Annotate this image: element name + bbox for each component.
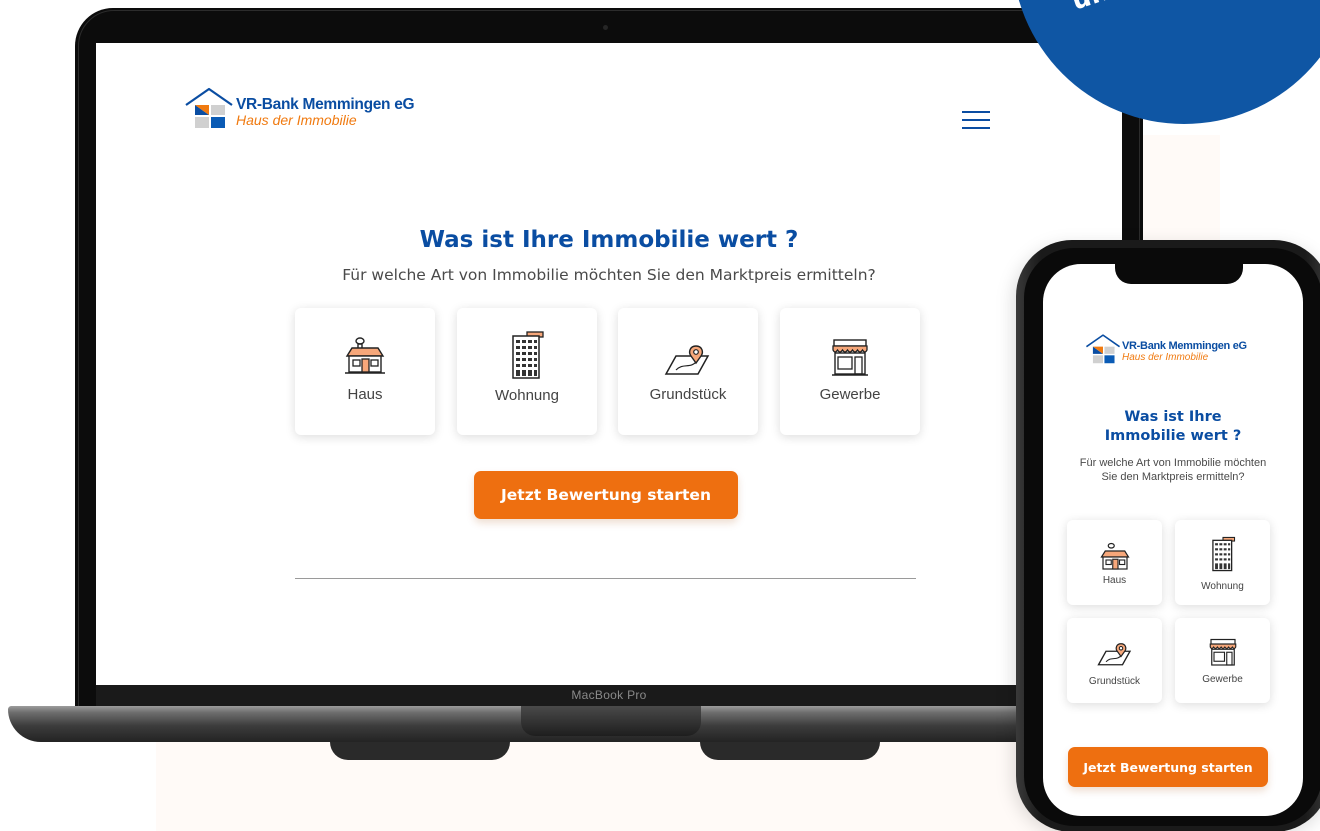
- phone-notch: [1115, 262, 1243, 284]
- mobile-property-type-grundstueck[interactable]: Grundstück: [1067, 618, 1162, 703]
- marketing-mockup: VR-Bank Memmingen eG Haus der Immobilie …: [0, 0, 1320, 831]
- tile-label: Haus: [1102, 575, 1127, 586]
- storefront-icon: [832, 339, 868, 376]
- laptop-model-label: MacBook Pro: [571, 688, 647, 702]
- mobile-subtitle-line: Sie den Marktpreis ermitteln?: [1101, 470, 1245, 483]
- tile-label: Grundstück: [1088, 676, 1141, 687]
- laptop-screen: VR-Bank Memmingen eG Haus der Immobilie …: [96, 43, 1122, 685]
- page-title: Was ist Ihre Immobilie wert ?: [419, 227, 799, 253]
- mobile-title-line: Immobilie wert ?: [1104, 428, 1242, 444]
- land-plot-icon: [664, 345, 710, 375]
- camera-icon: [603, 25, 608, 30]
- mobile-property-type-gewerbe[interactable]: Gewerbe: [1175, 618, 1270, 703]
- tile-label: Grundstück: [649, 386, 727, 403]
- laptop-opening-notch: [521, 706, 701, 736]
- mobile-title-line: Was ist Ihre: [1124, 409, 1222, 425]
- storefront-icon: [1209, 638, 1236, 666]
- hamburger-menu-icon[interactable]: [962, 111, 990, 131]
- house-icon: [345, 337, 385, 374]
- tile-label: Wohnung: [495, 387, 559, 404]
- apartment-building-icon: [512, 331, 544, 379]
- house-logo-icon: [185, 87, 233, 128]
- bank-name: VR-Bank Memmingen eG: [236, 96, 415, 113]
- property-type-haus[interactable]: Haus: [295, 308, 435, 435]
- divider: [295, 578, 916, 579]
- land-plot-icon: [1096, 643, 1131, 666]
- apartment-building-icon: [1211, 536, 1235, 572]
- phone-screen: VR-Bank Memmingen eG Haus der Immobilie …: [1043, 264, 1303, 816]
- laptop-foot: [330, 742, 510, 760]
- property-type-grundstueck[interactable]: Grundstück: [618, 308, 758, 435]
- tile-label: Wohnung: [1201, 581, 1244, 592]
- tile-label: Gewerbe: [819, 386, 881, 403]
- page-subtitle: Für welche Art von Immobilie möchten Sie…: [342, 266, 876, 284]
- mobile-subtitle-line: Für welche Art von Immobilie möchten: [1079, 457, 1267, 469]
- mobile-start-valuation-button[interactable]: Jetzt Bewertung starten: [1068, 747, 1268, 787]
- mobile-property-type-haus[interactable]: Haus: [1067, 520, 1162, 605]
- property-type-gewerbe[interactable]: Gewerbe: [780, 308, 920, 435]
- bank-name: VR-Bank Memmingen eG: [1122, 339, 1247, 352]
- house-logo-icon: [1085, 334, 1121, 364]
- mobile-site-logo[interactable]: VR-Bank Memmingen eG Haus der Immobilie: [1085, 333, 1247, 369]
- mobile-page-subtitle: Für welche Art von Immobilie möchten Sie…: [1049, 457, 1297, 484]
- tile-label: Gewerbe: [1202, 674, 1243, 685]
- property-type-wohnung[interactable]: Wohnung: [457, 308, 597, 435]
- laptop-foot: [700, 742, 880, 760]
- tile-label: Haus: [347, 386, 383, 403]
- mobile-page-title: Was ist Ihre Immobilie wert ?: [1043, 408, 1303, 446]
- logo-subtitle: Haus der Immobilie: [1122, 351, 1209, 363]
- start-valuation-button[interactable]: Jetzt Bewertung starten: [474, 471, 738, 519]
- house-icon: [1099, 542, 1130, 570]
- site-logo[interactable]: VR-Bank Memmingen eG Haus der Immobilie: [184, 86, 415, 136]
- laptop-chin: MacBook Pro: [96, 685, 1122, 707]
- logo-subtitle: Haus der Immobilie: [236, 112, 357, 128]
- mobile-property-type-wohnung[interactable]: Wohnung: [1175, 520, 1270, 605]
